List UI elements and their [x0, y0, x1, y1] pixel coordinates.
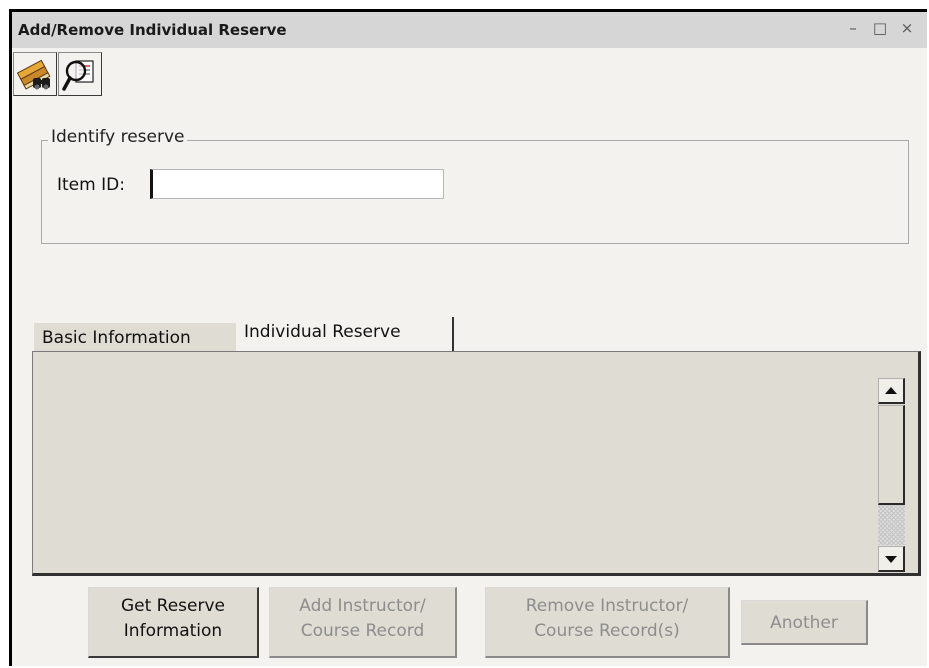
add-instructor-line2: Course Record [300, 621, 425, 641]
tab-panel-individual-reserve [32, 351, 921, 576]
view-record-button[interactable] [58, 52, 102, 96]
scroll-up-button[interactable] [878, 378, 905, 404]
arrow-down-icon [885, 556, 897, 563]
item-id-input[interactable] [150, 169, 444, 199]
tab-individual-reserve[interactable]: Individual Reserve [236, 317, 454, 351]
add-instructor-course-record-button[interactable]: Add Instructor/ Course Record [269, 587, 457, 658]
remove-instructor-line1: Remove Instructor/ [525, 596, 689, 616]
remove-instructor-line2: Course Record(s) [534, 621, 680, 641]
another-button[interactable]: Another [741, 600, 868, 645]
add-instructor-line1: Add Instructor/ [299, 596, 426, 616]
remove-instructor-course-record-button[interactable]: Remove Instructor/ Course Record(s) [485, 587, 730, 658]
tab-basic-information[interactable]: Basic Information [34, 323, 236, 353]
scroll-track[interactable] [878, 505, 905, 545]
get-reserve-information-button[interactable]: Get Reserve Information [88, 587, 259, 658]
title-bar[interactable]: Add/Remove Individual Reserve – □ × [12, 12, 927, 48]
close-button[interactable]: × [898, 18, 916, 38]
item-id-label: Item ID: [57, 175, 125, 195]
panel-scrollbar[interactable] [878, 378, 905, 572]
search-books-button[interactable] [13, 52, 57, 96]
scroll-thumb[interactable] [878, 405, 905, 505]
add-remove-reserve-window: Add/Remove Individual Reserve – □ × Iden… [9, 9, 927, 666]
minimize-button[interactable]: – [844, 18, 862, 38]
arrow-up-icon [885, 387, 897, 394]
another-label: Another [770, 613, 838, 633]
maximize-button[interactable]: □ [871, 18, 889, 38]
window-title: Add/Remove Individual Reserve [18, 21, 287, 39]
get-reserve-line2: Information [123, 621, 223, 641]
scroll-down-button[interactable] [878, 546, 905, 572]
identify-reserve-legend: Identify reserve [48, 127, 188, 147]
get-reserve-line1: Get Reserve [120, 596, 226, 616]
